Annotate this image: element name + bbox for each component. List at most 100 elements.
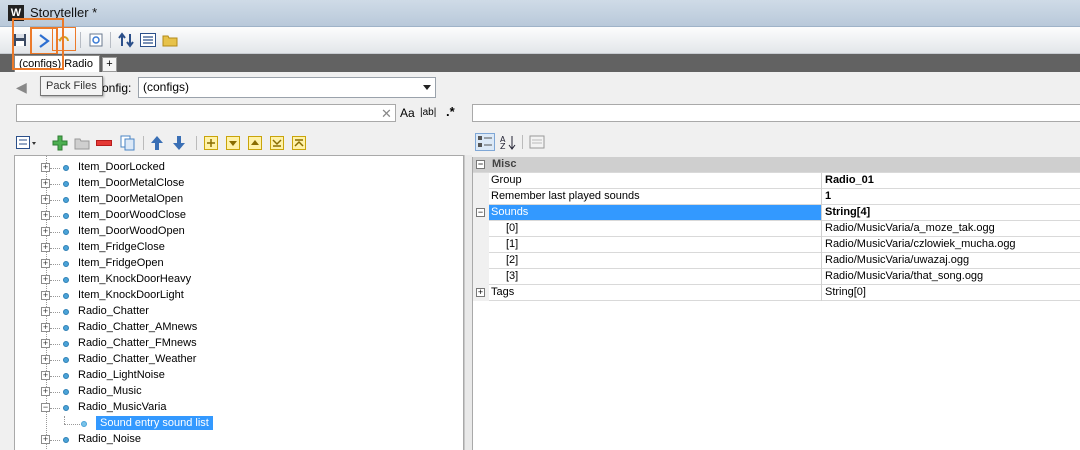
property-row[interactable]: [0] Radio/MusicVaria/a_moze_tak.ogg	[473, 221, 1080, 237]
move-top-icon[interactable]	[292, 136, 306, 150]
clear-search-icon[interactable]: ✕	[381, 106, 392, 122]
expand-icon[interactable]: +	[41, 243, 50, 252]
regex-toggle[interactable]: .*	[446, 104, 455, 119]
property-row[interactable]: Remember last played sounds 1	[473, 189, 1080, 205]
tree-item[interactable]: + Item_FridgeOpen	[15, 256, 463, 272]
node-icon	[63, 325, 69, 331]
property-row[interactable]: − Sounds String[4]	[473, 205, 1080, 221]
expand-icon[interactable]: +	[41, 323, 50, 332]
tree-item[interactable]: + Item_DoorWoodClose	[15, 208, 463, 224]
tree-panel: + Item_DoorLocked + Item_DoorMetalClose + Ite…	[14, 155, 464, 450]
back-arrow-icon[interactable]: ◀	[16, 79, 36, 95]
collapse-down-icon[interactable]	[226, 136, 240, 150]
tree-item[interactable]: + Item_DoorWoodOpen	[15, 224, 463, 240]
tree-connector	[50, 328, 60, 329]
tree-item-selected[interactable]: Sound entry sound list	[15, 416, 463, 432]
tree-scrollbar[interactable]	[464, 155, 472, 450]
move-down-icon[interactable]	[172, 135, 186, 151]
tree-item[interactable]: + Radio_LightNoise	[15, 368, 463, 384]
tree-item[interactable]: + Radio_Chatter_Weather	[15, 352, 463, 368]
expand-icon[interactable]: +	[41, 211, 50, 220]
add-icon[interactable]	[52, 135, 68, 151]
property-category[interactable]: − Misc	[473, 157, 1080, 173]
expand-all-icon[interactable]	[204, 136, 218, 150]
whole-word-toggle[interactable]: |ab|	[420, 107, 436, 118]
tree-item[interactable]: + Item_KnockDoorLight	[15, 288, 463, 304]
property-value[interactable]: String[0]	[825, 286, 866, 298]
expand-icon[interactable]: +	[41, 355, 50, 364]
tree-item-label: Item_KnockDoorHeavy	[78, 273, 192, 285]
tree-item[interactable]: + Radio_Chatter_AMnews	[15, 320, 463, 336]
property-row[interactable]: [1] Radio/MusicVaria/czlowiek_mucha.ogg	[473, 237, 1080, 253]
tree-item[interactable]: + Radio_Music	[15, 384, 463, 400]
categorized-view-icon[interactable]	[475, 133, 495, 151]
expand-icon[interactable]: +	[41, 227, 50, 236]
column-divider	[821, 253, 822, 269]
config-select[interactable]: (configs)	[138, 77, 436, 98]
move-bottom-icon[interactable]	[270, 136, 284, 150]
move-up-icon[interactable]	[150, 135, 164, 151]
toolbar-separator	[143, 136, 144, 150]
tree-item[interactable]: + Item_DoorMetalOpen	[15, 192, 463, 208]
tree-connector	[50, 184, 60, 185]
tree-item-label: Radio_Chatter	[78, 305, 149, 317]
list-icon[interactable]	[138, 30, 158, 50]
property-value[interactable]: Radio/MusicVaria/uwazaj.ogg	[825, 254, 969, 266]
search-input[interactable]	[16, 104, 396, 122]
add-folder-icon[interactable]	[74, 136, 90, 150]
match-case-toggle[interactable]: Aa	[400, 106, 415, 120]
property-value[interactable]: Radio/MusicVaria/that_song.ogg	[825, 270, 983, 282]
view-menu-icon[interactable]	[16, 136, 38, 150]
property-name: Remember last played sounds	[491, 190, 640, 202]
property-value[interactable]: Radio/MusicVaria/czlowiek_mucha.ogg	[825, 238, 1016, 250]
tree-item[interactable]: + Item_KnockDoorHeavy	[15, 272, 463, 288]
property-row[interactable]: [2] Radio/MusicVaria/uwazaj.ogg	[473, 253, 1080, 269]
tree-item[interactable]: + Item_DoorLocked	[15, 160, 463, 176]
tree-item[interactable]: − Radio_MusicVaria	[15, 400, 463, 416]
add-tab-button[interactable]: +	[102, 57, 117, 72]
property-row[interactable]: Group Radio_01	[473, 173, 1080, 189]
expand-icon[interactable]: +	[41, 179, 50, 188]
expand-icon[interactable]: +	[41, 259, 50, 268]
expand-icon[interactable]: +	[41, 195, 50, 204]
property-value[interactable]: 1	[825, 190, 831, 202]
tree-connector	[50, 264, 60, 265]
expand-icon[interactable]: +	[41, 339, 50, 348]
tree-item-label: Item_DoorWoodClose	[78, 209, 187, 221]
property-value[interactable]: Radio/MusicVaria/a_moze_tak.ogg	[825, 222, 995, 234]
tree-item[interactable]: + Radio_Chatter_FMnews	[15, 336, 463, 352]
expand-icon[interactable]: +	[41, 307, 50, 316]
property-row[interactable]: + Tags String[0]	[473, 285, 1080, 301]
collapse-icon[interactable]: −	[476, 160, 485, 169]
sort-icon[interactable]	[116, 30, 136, 50]
expand-icon[interactable]: +	[41, 371, 50, 380]
expand-icon[interactable]: +	[41, 163, 50, 172]
folder-icon[interactable]	[160, 30, 180, 50]
property-row[interactable]: [3] Radio/MusicVaria/that_song.ogg	[473, 269, 1080, 285]
collapse-up-icon[interactable]	[248, 136, 262, 150]
expand-icon[interactable]: +	[476, 288, 485, 297]
tree-item-label: Item_DoorWoodOpen	[78, 225, 185, 237]
tree-connector	[50, 216, 60, 217]
expand-icon[interactable]: +	[41, 291, 50, 300]
column-divider	[821, 173, 822, 189]
property-value[interactable]: Radio_01	[825, 174, 874, 186]
remove-icon[interactable]	[96, 140, 112, 146]
duplicate-icon[interactable]	[120, 135, 136, 151]
collapse-icon[interactable]: −	[41, 403, 50, 412]
collapse-icon[interactable]: −	[476, 208, 485, 217]
tree-item[interactable]: + Item_FridgeClose	[15, 240, 463, 256]
expand-icon[interactable]: +	[41, 387, 50, 396]
tree-item[interactable]: + Item_DoorMetalClose	[15, 176, 463, 192]
preview-icon[interactable]	[86, 30, 106, 50]
tree-item[interactable]: + Radio_Chatter	[15, 304, 463, 320]
toolbar-separator	[522, 135, 523, 149]
tree-item[interactable]: + Radio_Noise	[15, 432, 463, 448]
property-value[interactable]: String[4]	[825, 206, 870, 218]
expand-icon[interactable]: +	[41, 435, 50, 444]
property-filter-input[interactable]	[472, 104, 1080, 122]
expand-icon[interactable]: +	[41, 275, 50, 284]
property-pages-icon[interactable]	[529, 134, 545, 150]
tree-connector	[50, 296, 60, 297]
alphabetical-sort-icon[interactable]: AZ	[499, 134, 517, 150]
